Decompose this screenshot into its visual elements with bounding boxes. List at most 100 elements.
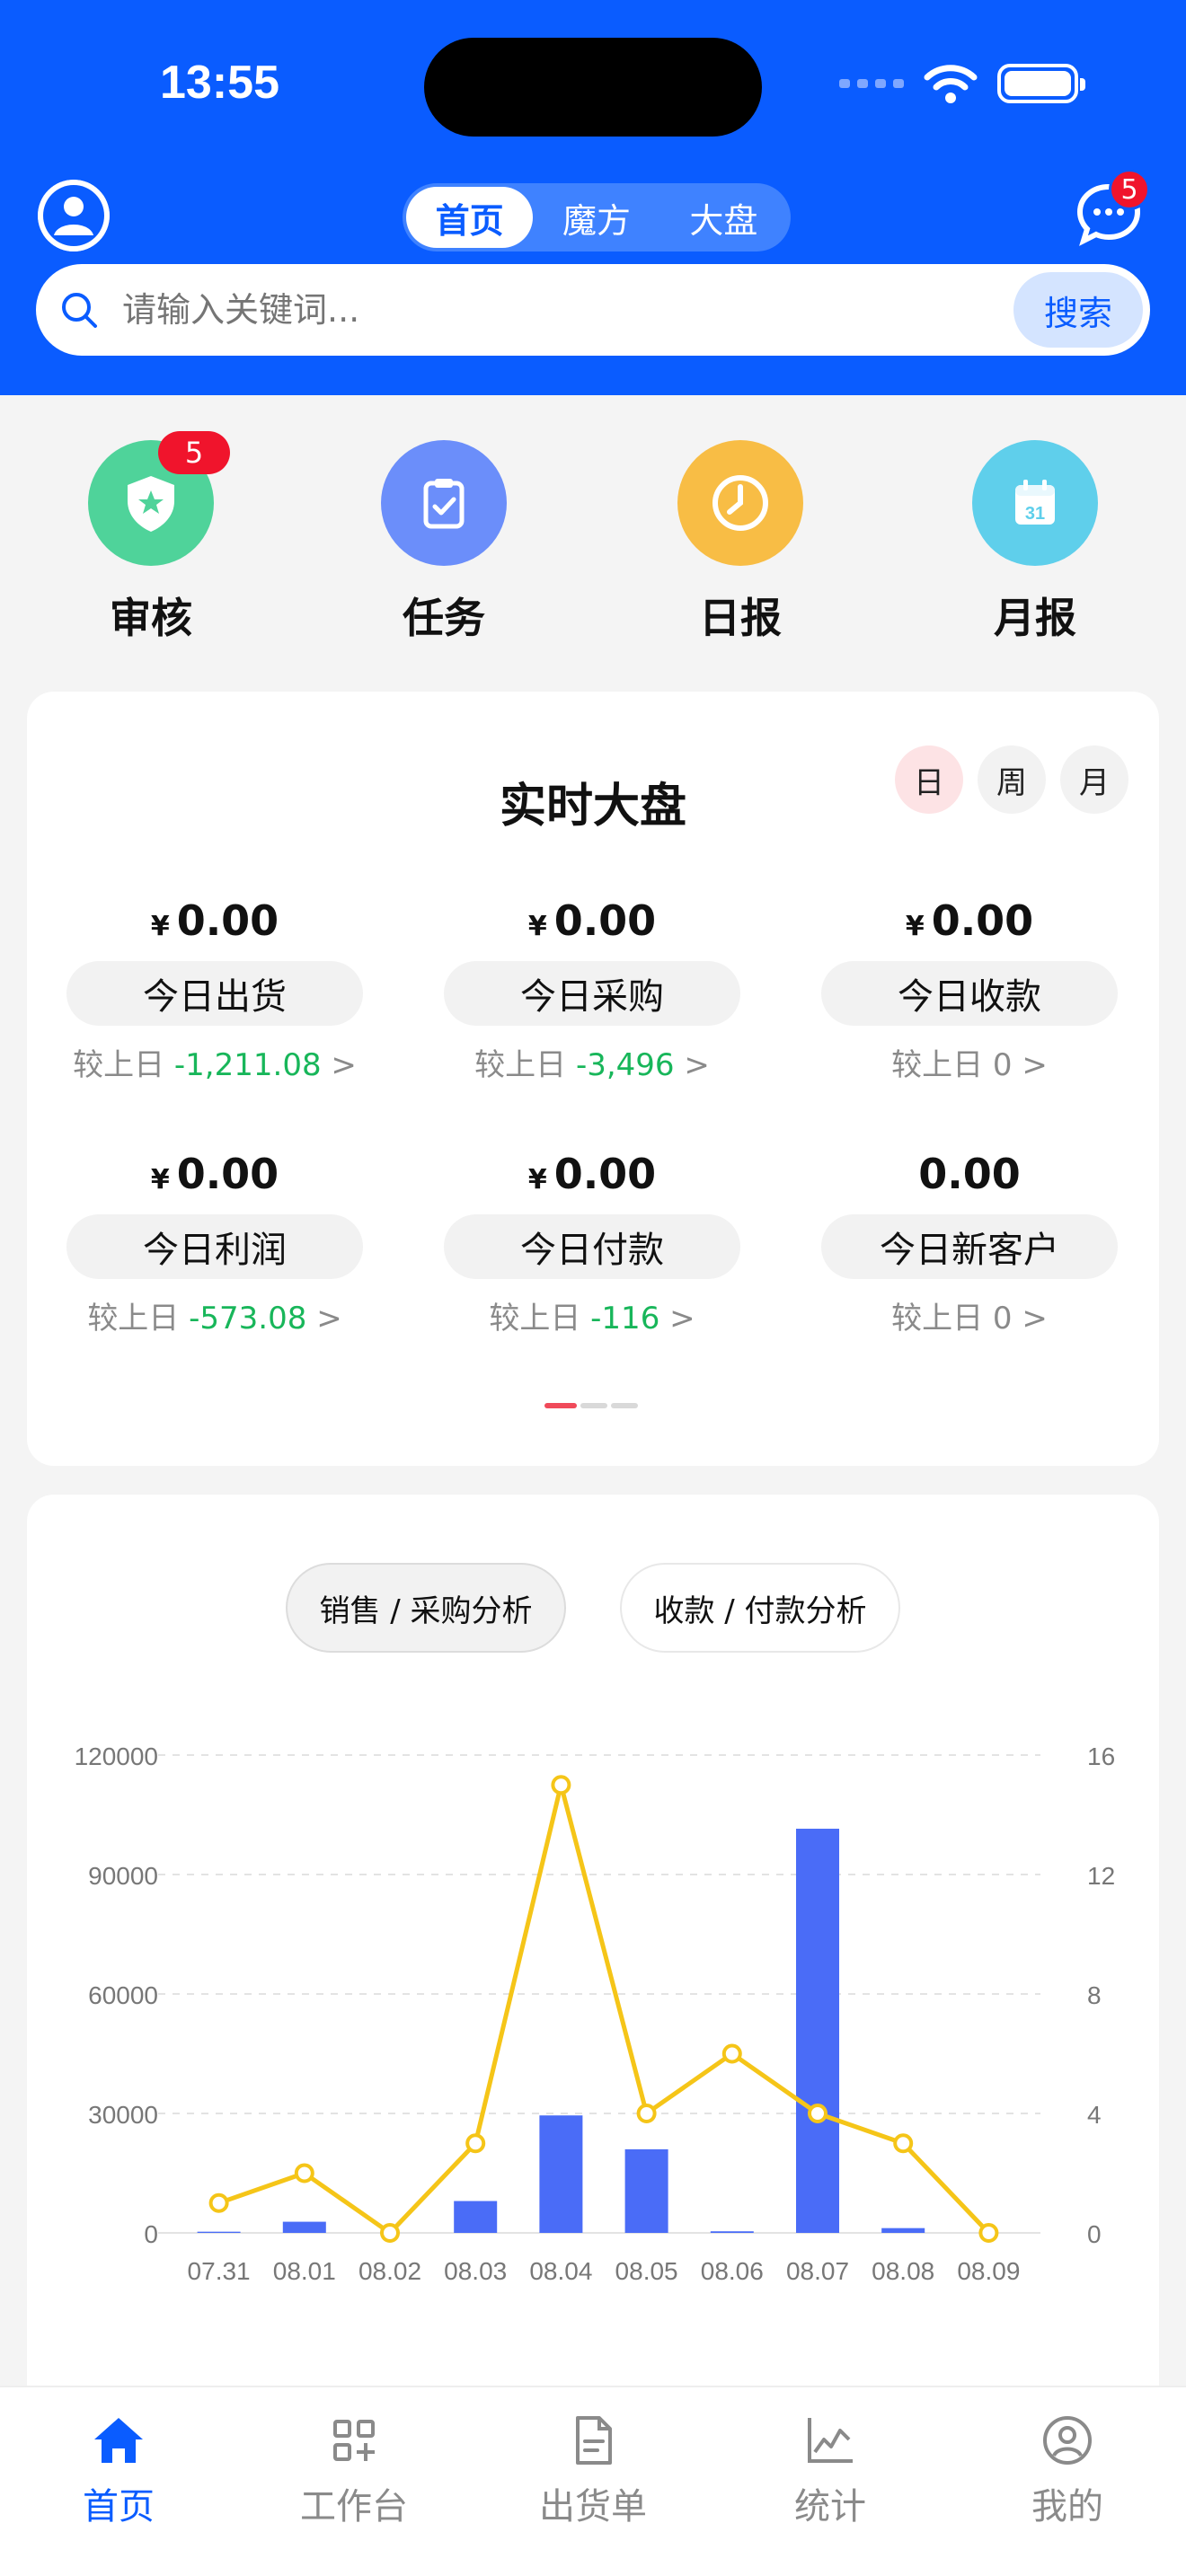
metric-label: 今日出货: [66, 961, 363, 1026]
metric-compare[interactable]: 较上日 -1,211.08 >: [73, 1040, 357, 1084]
x-tick-label: 08.05: [615, 2257, 678, 2285]
message-badge: 5: [1109, 169, 1150, 210]
quick-action-monthly[interactable]: 31 月报: [945, 440, 1125, 645]
tabbar-shipping[interactable]: 出货单: [512, 2413, 674, 2529]
metric-0[interactable]: ¥0.00 今日出货较上日 -1,211.08 >: [66, 896, 363, 1084]
x-tick-label: 08.04: [529, 2257, 592, 2285]
currency-symbol: ¥: [905, 911, 925, 942]
quick-action-review[interactable]: 审核 5: [61, 431, 241, 645]
status-icons: [839, 63, 1085, 104]
metric-5[interactable]: 0.00 今日新客户 较上日 0 >: [821, 1150, 1118, 1337]
metric-compare[interactable]: 较上日 -3,496 >: [474, 1040, 710, 1084]
quick-action-label: 月报: [994, 594, 1076, 642]
y-left-tick-label: 90000: [88, 1862, 158, 1890]
x-tick-label: 08.02: [358, 2257, 421, 2285]
compare-delta: -3,496: [575, 1047, 675, 1083]
tabbar-home[interactable]: 首页: [38, 2413, 199, 2529]
metric-amount: 0.00: [176, 1150, 279, 1198]
tab-mofang[interactable]: 魔方: [533, 187, 659, 248]
period-week-button[interactable]: 周: [978, 745, 1046, 814]
tab-home[interactable]: 首页: [406, 187, 534, 248]
quick-actions: 审核 5 任务 日报 31 月报: [0, 431, 1186, 647]
document-icon: [576, 2416, 612, 2465]
top-segment-tabs: 首页 魔方 大盘: [403, 183, 791, 251]
dynamic-island: [424, 38, 762, 137]
tab-dapan[interactable]: 大盘: [660, 187, 787, 248]
clock-icon: [677, 440, 803, 566]
compare-delta: 0: [992, 1301, 1013, 1337]
period-month-button[interactable]: 月: [1060, 745, 1128, 814]
y-right-tick-label: 8: [1087, 1981, 1102, 2009]
y-right-tick-label: 12: [1087, 1862, 1115, 1890]
compare-prefix: 较上日: [891, 1301, 984, 1337]
metric-amount: 0.00: [176, 896, 279, 945]
analysis-card: 销售 / 采购分析 收款 / 付款分析 0 0 30000 4 60000 8 90000 1…: [27, 1495, 1159, 2393]
metric-compare[interactable]: 较上日 0 >: [891, 1293, 1048, 1337]
tabbar-label: 首页: [83, 2486, 155, 2527]
x-tick-label: 08.01: [273, 2257, 336, 2285]
user-avatar-icon: [38, 180, 110, 251]
chevron-right-icon: >: [1022, 1301, 1048, 1337]
y-left-tick-label: 120000: [75, 1742, 158, 1770]
compare-delta: -1,211.08: [173, 1047, 322, 1083]
metric-compare[interactable]: 较上日 0 >: [891, 1040, 1048, 1084]
tabbar-label: 统计: [794, 2486, 866, 2527]
calendar-icon: 31: [972, 440, 1098, 566]
line-point: [893, 2133, 914, 2154]
metric-4[interactable]: ¥0.00 今日付款 较上日 -116 >: [444, 1150, 740, 1337]
x-tick-label: 08.07: [786, 2257, 849, 2285]
metric-label: 今日利润: [66, 1214, 363, 1279]
page-indicator: [544, 1403, 638, 1408]
metric-value: ¥0.00: [151, 1150, 279, 1200]
chevron-right-icon: >: [684, 1047, 710, 1083]
tabbar-mine[interactable]: 我的: [987, 2413, 1148, 2529]
compare-prefix: 较上日: [891, 1047, 984, 1083]
bar-mark: [454, 2201, 498, 2233]
x-tick-label: 08.06: [701, 2257, 764, 2285]
currency-symbol: ¥: [527, 1164, 547, 1195]
profile-avatar-button[interactable]: [38, 180, 110, 251]
tabbar-label: 我的: [1031, 2486, 1103, 2527]
clipboard-check-icon: [381, 440, 507, 566]
metric-1[interactable]: ¥0.00 今日采购 较上日 -3,496 >: [444, 896, 740, 1084]
bar-mark: [796, 1829, 839, 2233]
metric-label: 今日收款: [821, 961, 1118, 1026]
bar-mark: [881, 2228, 925, 2233]
metric-compare[interactable]: 较上日 -116 >: [489, 1293, 695, 1337]
chart-icon: [808, 2418, 853, 2463]
line-point: [294, 2163, 314, 2183]
compare-delta: 0: [992, 1047, 1013, 1083]
currency-symbol: ¥: [150, 911, 170, 942]
tabbar-statistics[interactable]: 统计: [749, 2413, 911, 2529]
quick-action-label: 任务: [403, 594, 485, 642]
tabbar-workbench[interactable]: 工作台: [273, 2413, 435, 2529]
compare-prefix: 较上日: [73, 1047, 165, 1083]
quick-action-daily[interactable]: 日报: [651, 440, 830, 645]
svg-text:31: 31: [1025, 504, 1045, 524]
series-line: [217, 1782, 991, 2236]
battery-icon: [997, 64, 1085, 103]
metric-3[interactable]: ¥0.00 今日利润较上日 -573.08 >: [66, 1150, 363, 1337]
line-point: [551, 1775, 571, 1795]
search-button[interactable]: 搜索: [1013, 272, 1143, 348]
search-input[interactable]: [122, 290, 1013, 330]
bar-mark: [282, 2221, 326, 2233]
compare-delta: -116: [590, 1301, 660, 1337]
metric-compare[interactable]: 较上日 -573.08 >: [87, 1293, 341, 1337]
signal-icon: [839, 79, 904, 88]
bar-mark: [710, 2231, 754, 2233]
y-right-tick-label: 16: [1087, 1742, 1115, 1770]
compare-delta: -573.08: [189, 1301, 307, 1337]
compare-prefix: 较上日: [489, 1301, 581, 1337]
chevron-right-icon: >: [316, 1301, 342, 1337]
realtime-dashboard-card: 实时大盘 日 周 月 ¥0.00 今日出货 较上日 -1,211.08 > ¥0.00…: [27, 692, 1159, 1466]
quick-action-task[interactable]: 任务: [354, 440, 534, 645]
bar-mark: [624, 2148, 668, 2233]
metric-2[interactable]: ¥0.00 今日收款 较上日 0 >: [821, 896, 1118, 1084]
quick-action-label: 审核: [110, 594, 192, 642]
line-point: [721, 2043, 742, 2064]
status-time: 13:55: [160, 57, 279, 109]
period-day-button[interactable]: 日: [895, 745, 963, 814]
tabbar-label: 工作台: [300, 2486, 408, 2527]
apps-icon: [333, 2420, 375, 2461]
